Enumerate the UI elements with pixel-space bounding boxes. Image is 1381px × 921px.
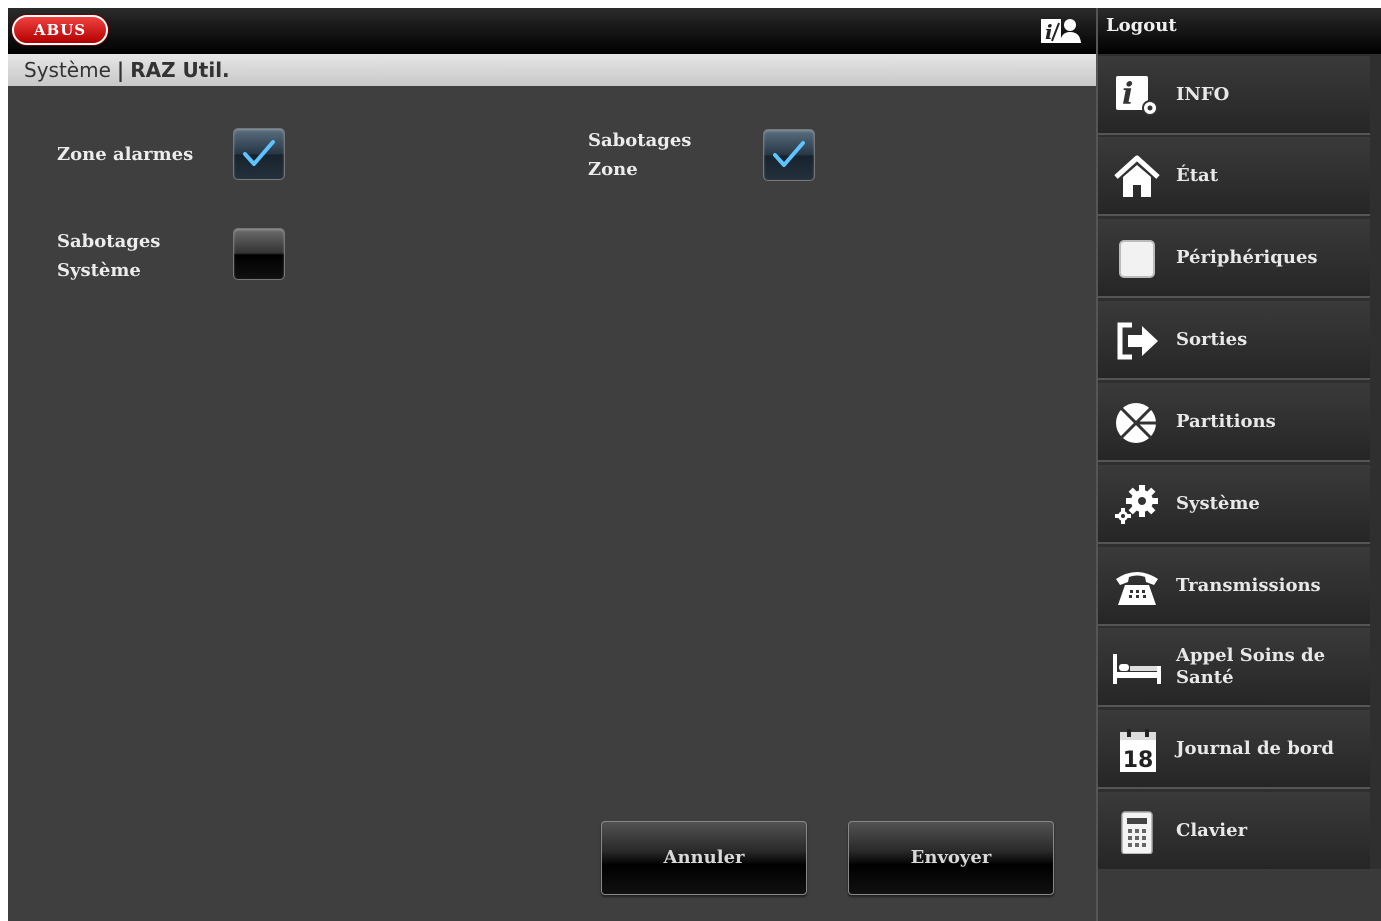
- sidebar-item-label: Appel Soins de Santé: [1176, 644, 1326, 688]
- sidebar-item-etat[interactable]: État: [1098, 137, 1370, 216]
- sidebar-item-info[interactable]: i INFO: [1098, 56, 1370, 135]
- app-window: ABUS i Système | RAZ Util. Zone alarmes Sa…: [8, 8, 1381, 921]
- info-settings-icon: i: [1116, 76, 1158, 116]
- page-title: RAZ Util.: [130, 58, 230, 82]
- sidebar-item-label: Transmissions: [1176, 574, 1321, 596]
- top-bar: ABUS i: [8, 8, 1096, 54]
- breadcrumb-section[interactable]: Système: [8, 58, 111, 82]
- sidebar-item-partitions[interactable]: Partitions: [1098, 383, 1370, 462]
- sidebar-item-label: Sorties: [1176, 328, 1248, 350]
- sidebar-item-label: Clavier: [1176, 819, 1248, 841]
- sidebar-footer: [1098, 869, 1381, 921]
- keypad-icon: [1121, 811, 1153, 854]
- partitions-icon: [1116, 403, 1158, 443]
- device-icon: [1119, 240, 1155, 278]
- sidebar-item-systeme[interactable]: Système: [1098, 465, 1370, 544]
- sidebar-item-sorties[interactable]: Sorties: [1098, 301, 1370, 380]
- bed-icon: [1113, 654, 1161, 684]
- sidebar-item-label: Journal de bord: [1176, 737, 1334, 759]
- cancel-button[interactable]: Annuler: [601, 821, 807, 895]
- sidebar-item-clavier[interactable]: Clavier: [1098, 792, 1370, 871]
- send-button[interactable]: Envoyer: [848, 821, 1054, 895]
- option-label-sabotages-zone: Sabotages Zone: [588, 130, 692, 180]
- sidebar-item-appel-soins[interactable]: Appel Soins de Santé: [1098, 628, 1370, 707]
- checkbox-sabotages-zone[interactable]: [763, 129, 815, 181]
- sidebar-item-label: Périphériques: [1176, 246, 1318, 268]
- sidebar-item-peripheriques[interactable]: Périphériques: [1098, 219, 1370, 298]
- title-bar: Système | RAZ Util.: [8, 54, 1096, 86]
- calendar-icon: 18: [1120, 729, 1156, 772]
- sidebar-nav: Logout i INFO État Périphériques Sorties…: [1096, 8, 1381, 921]
- output-arrow-icon: [1117, 322, 1158, 360]
- calendar-day-text: 18: [1123, 748, 1154, 772]
- checkbox-zone-alarmes[interactable]: [233, 128, 285, 180]
- sidebar-item-label: Partitions: [1176, 410, 1276, 432]
- sidebar-item-label: État: [1176, 164, 1219, 186]
- option-label-zone-alarmes: Zone alarmes: [57, 144, 194, 165]
- sidebar-item-label: INFO: [1176, 83, 1230, 105]
- gears-icon: [1115, 485, 1158, 524]
- abus-logo: ABUS: [12, 15, 108, 45]
- home-icon: [1114, 155, 1160, 197]
- breadcrumb-separator: |: [116, 58, 125, 82]
- checkbox-sabotages-systeme[interactable]: [233, 228, 285, 280]
- svg-text:i: i: [1122, 77, 1133, 112]
- help-user-icon[interactable]: i: [1040, 17, 1082, 45]
- sidebar-item-journal[interactable]: 18 Journal de bord: [1098, 710, 1370, 789]
- sidebar-item-label: Système: [1176, 492, 1260, 514]
- checkmark-icon: [773, 141, 805, 167]
- sidebar-item-transmissions[interactable]: Transmissions: [1098, 547, 1370, 626]
- checkmark-icon: [243, 140, 275, 166]
- telephone-icon: [1116, 572, 1158, 605]
- logout-button[interactable]: Logout: [1098, 8, 1381, 54]
- option-label-sabotages-systeme: Sabotages Système: [57, 231, 161, 281]
